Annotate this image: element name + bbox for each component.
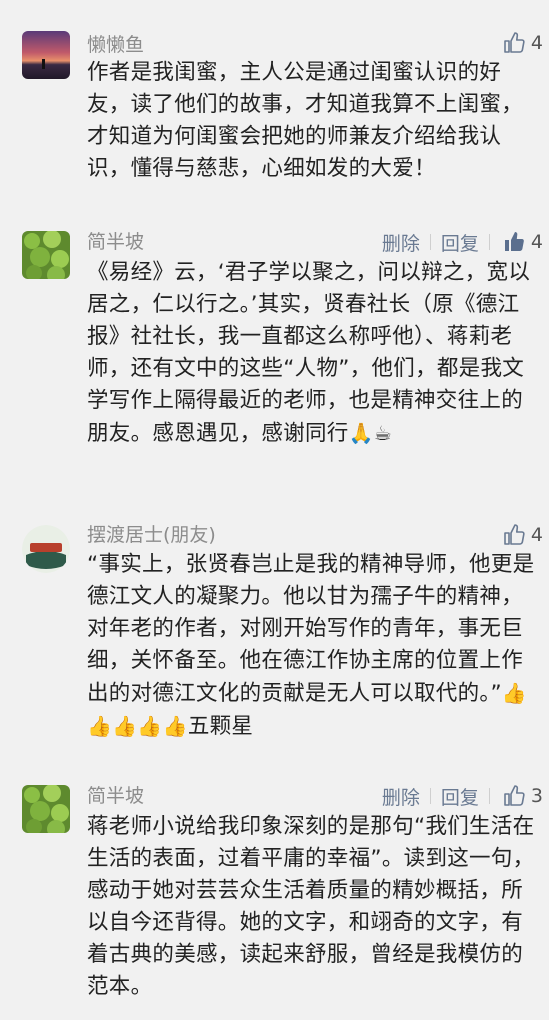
like-count: 3 — [530, 785, 543, 807]
delete-button[interactable]: 删除 — [376, 783, 426, 810]
thumbs-up-outline-icon — [504, 785, 525, 806]
comment-actions: 4 — [494, 521, 543, 549]
avatar[interactable] — [22, 785, 70, 833]
like-count: 4 — [530, 231, 543, 253]
divider — [488, 788, 490, 804]
comment-actions: 删除 回复 4 — [376, 228, 543, 256]
divider — [488, 234, 490, 250]
commenter-name[interactable]: 简半坡 — [87, 784, 144, 808]
avatar[interactable] — [22, 31, 70, 79]
delete-button[interactable]: 删除 — [376, 229, 426, 256]
like-count: 4 — [530, 524, 543, 546]
comment-text: 作者是我闺蜜，主人公是通过闺蜜认识的好友，读了他们的故事，才知道我算不上闺蜜，才… — [87, 60, 524, 181]
thumbs-up-outline-icon — [504, 524, 525, 545]
reply-button[interactable]: 回复 — [435, 783, 485, 810]
commenter-name[interactable]: 懒懒鱼 — [87, 33, 144, 57]
comment-body: “事实上，张贤春岂止是我的精神导师，他更是德江文人的凝聚力。他以甘为孺子牛的精神… — [87, 552, 535, 706]
emoji: 🙏☕ — [348, 421, 393, 445]
like-count: 4 — [530, 32, 543, 54]
thumbs-up-filled-icon — [504, 232, 524, 251]
avatar[interactable] — [22, 525, 70, 573]
comment-text: 蒋老师小说给我印象深刻的是那句“我们生活在生活的表面，过着平庸的幸福”。读到这一… — [87, 814, 535, 999]
commenter-name[interactable]: 摆渡居士(朋友) — [87, 523, 216, 547]
like-button[interactable]: 4 — [502, 523, 543, 547]
comment-actions: 4 — [494, 29, 543, 57]
like-button[interactable]: 4 — [502, 31, 543, 55]
comment-tail: 五颗星 — [187, 714, 254, 739]
avatar[interactable] — [22, 231, 70, 279]
reply-button[interactable]: 回复 — [435, 229, 485, 256]
commenter-name[interactable]: 简半坡 — [87, 230, 144, 254]
thumbs-up-outline-icon — [504, 32, 525, 53]
comment-actions: 删除 回复 3 — [376, 782, 543, 810]
comment-body: 《易经》云，‘君子学以聚之，问以辩之，宽以居之，仁以行之。’其实，贤春社长（原《… — [87, 260, 531, 446]
comment-text: “事实上，张贤春岂止是我的精神导师，他更是德江文人的凝聚力。他以甘为孺子牛的精神… — [87, 549, 537, 743]
like-button[interactable]: 3 — [502, 784, 543, 808]
like-button[interactable]: 4 — [502, 230, 543, 254]
comment-text: 《易经》云，‘君子学以聚之，问以辩之，宽以居之，仁以行之。’其实，贤春社长（原《… — [87, 257, 537, 450]
divider — [429, 234, 431, 250]
divider — [429, 788, 431, 804]
